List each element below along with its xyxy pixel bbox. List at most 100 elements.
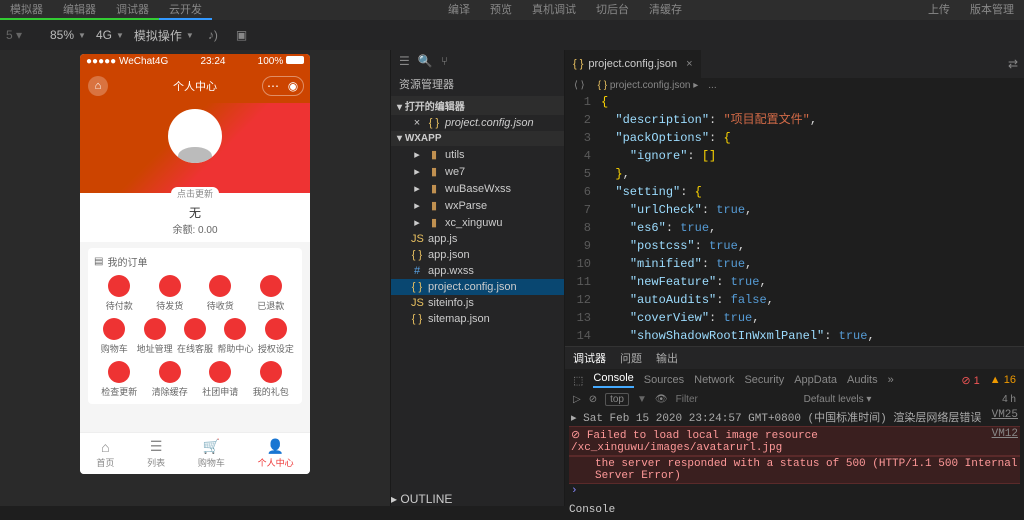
tabbar-item[interactable]: ☰列表 [147, 438, 165, 469]
code-line[interactable]: 6 "setting": { [565, 183, 1024, 201]
grid-item[interactable]: 已退款 [248, 275, 294, 312]
split-icon[interactable]: ⇄ [1002, 57, 1024, 71]
code-line[interactable]: 9 "postcss": true, [565, 237, 1024, 255]
code-line[interactable]: 8 "es6": true, [565, 219, 1024, 237]
toolbar-editor[interactable]: 编辑器 [53, 0, 106, 20]
toolbar-simulator[interactable]: 模拟器 [0, 0, 53, 20]
capsule-menu[interactable]: ⋯◉ [262, 76, 304, 96]
console-prompt-icon[interactable]: › [571, 485, 578, 497]
file-node[interactable]: #app.wxss [391, 263, 564, 279]
devtool-tab-debugger[interactable]: 调试器 [573, 350, 606, 366]
toolbar-realdevice[interactable]: 真机调试 [522, 0, 586, 20]
console-tab[interactable]: Console [593, 372, 633, 388]
close-tab-icon[interactable]: × [686, 58, 692, 70]
toolbar-compile[interactable]: 编译 [438, 0, 480, 20]
devtool-tab-output[interactable]: 输出 [656, 350, 678, 366]
grid-item[interactable]: 社团申请 [197, 361, 243, 398]
folder-node[interactable]: ▸▮utils [391, 146, 564, 163]
crumb-file[interactable]: { } project.config.json ▸ [598, 80, 699, 91]
code-line[interactable]: 10 "minified": true, [565, 255, 1024, 273]
more-tabs-icon[interactable]: » [888, 374, 894, 386]
device-drop[interactable]: 5 ▾ [6, 28, 40, 42]
log-source[interactable]: VM25 [992, 409, 1018, 425]
grid-item[interactable]: 待付款 [96, 275, 142, 312]
project-root[interactable]: ▾ WXAPP [391, 131, 564, 146]
explorer-list-icon[interactable]: ☰ [399, 54, 410, 68]
grid-item[interactable]: 待发货 [147, 275, 193, 312]
grid-item[interactable]: 检查更新 [96, 361, 142, 398]
code-line[interactable]: 2 "description": "项目配置文件", [565, 111, 1024, 129]
phone-navbar: ⌂ 个人中心 ⋯◉ [80, 69, 310, 103]
toolbar-upload[interactable]: 上传 [918, 0, 960, 20]
code-line[interactable]: 13 "coverView": true, [565, 309, 1024, 327]
code-line[interactable]: 5 }, [565, 165, 1024, 183]
editor-tab[interactable]: { } project.config.json × [565, 50, 701, 78]
error-badge[interactable]: ⊘ 1 [961, 374, 979, 387]
context-select[interactable]: top [605, 393, 629, 406]
code-line[interactable]: 12 "autoAudits": false, [565, 291, 1024, 309]
grid-item[interactable]: 在线客服 [175, 318, 215, 355]
folder-node[interactable]: ▸▮wxParse [391, 197, 564, 214]
audits-tab[interactable]: Audits [847, 374, 878, 386]
grid-item[interactable]: 购物车 [94, 318, 134, 355]
eye-icon[interactable]: 👁 [655, 394, 668, 405]
code-line[interactable]: 7 "urlCheck": true, [565, 201, 1024, 219]
code-line[interactable]: 14 "showShadowRootInWxmlPanel": true, [565, 327, 1024, 345]
tabbar-item[interactable]: 🛒购物车 [198, 438, 225, 469]
security-tab[interactable]: Security [744, 374, 784, 386]
filter-input[interactable] [676, 394, 796, 405]
appdata-tab[interactable]: AppData [794, 374, 837, 386]
toolbar-clearcache[interactable]: 清缓存 [639, 0, 692, 20]
levels-dropdown[interactable]: Default levels ▾ [804, 394, 872, 405]
cut-icon[interactable]: ▣ [232, 28, 251, 42]
outline-group[interactable]: ▸ OUTLINE [391, 492, 564, 506]
code-line[interactable]: 4 "ignore": [] [565, 147, 1024, 165]
folder-node[interactable]: ▸▮wuBaseWxss [391, 180, 564, 197]
grid-item[interactable]: 帮助中心 [215, 318, 255, 355]
inspect-icon[interactable]: ⬚ [573, 374, 583, 387]
grid-item[interactable]: 授权设定 [256, 318, 296, 355]
file-node[interactable]: { }sitemap.json [391, 311, 564, 327]
folder-node[interactable]: ▸▮we7 [391, 163, 564, 180]
home-icon[interactable]: ⌂ [88, 76, 108, 96]
network-dropdown[interactable]: 4G▼ [96, 28, 124, 42]
toolbar-version[interactable]: 版本管理 [960, 0, 1024, 20]
grid-item[interactable]: 清除缓存 [147, 361, 193, 398]
mute-icon[interactable]: ♪) [204, 28, 222, 42]
crumb-nav[interactable]: ⟨ ⟩ [571, 80, 588, 91]
explorer-branch-icon[interactable]: ⑂ [441, 54, 448, 68]
toolbar-preview[interactable]: 预览 [480, 0, 522, 20]
console-clear-icon[interactable]: ⊘ [589, 394, 597, 405]
folder-node[interactable]: ▸▮xc_xinguwu [391, 214, 564, 231]
open-editors-group[interactable]: ▾ 打开的编辑器 [391, 96, 564, 115]
grid-item[interactable]: 地址管理 [134, 318, 174, 355]
file-node[interactable]: { }app.json [391, 247, 564, 263]
console-play-icon[interactable]: ▷ [573, 394, 581, 405]
open-file[interactable]: ×{ }project.config.json [391, 115, 564, 131]
toolbar-background[interactable]: 切后台 [586, 0, 639, 20]
crumb-more[interactable]: ... [708, 80, 716, 91]
avatar[interactable] [168, 109, 222, 163]
tabbar-item[interactable]: ⌂首页 [96, 439, 114, 469]
tap-refresh[interactable]: 点击更新 [171, 187, 219, 200]
warn-badge[interactable]: ▲ 16 [990, 374, 1016, 386]
simop-dropdown[interactable]: 模拟操作▼ [134, 27, 194, 44]
grid-item[interactable]: 待收货 [197, 275, 243, 312]
zoom-dropdown[interactable]: 85%▼ [50, 28, 86, 42]
devtool-tab-problems[interactable]: 问题 [620, 350, 642, 366]
code-line[interactable]: 1{ [565, 93, 1024, 111]
log-source2[interactable]: VM12 [992, 428, 1018, 454]
orders-header[interactable]: ▤ 我的订单 [94, 254, 296, 269]
code-line[interactable]: 11 "newFeature": true, [565, 273, 1024, 291]
file-node[interactable]: JSapp.js [391, 231, 564, 247]
explorer-search-icon[interactable]: 🔍 [418, 54, 433, 68]
code-line[interactable]: 3 "packOptions": { [565, 129, 1024, 147]
toolbar-clouddev[interactable]: 云开发 [159, 0, 212, 20]
grid-item[interactable]: 我的礼包 [248, 361, 294, 398]
file-node[interactable]: { }project.config.json [391, 279, 564, 295]
network-tab[interactable]: Network [694, 374, 734, 386]
tabbar-item[interactable]: 👤个人中心 [258, 438, 294, 469]
toolbar-debugger[interactable]: 调试器 [106, 0, 159, 20]
sources-tab[interactable]: Sources [644, 374, 684, 386]
file-node[interactable]: JSsiteinfo.js [391, 295, 564, 311]
